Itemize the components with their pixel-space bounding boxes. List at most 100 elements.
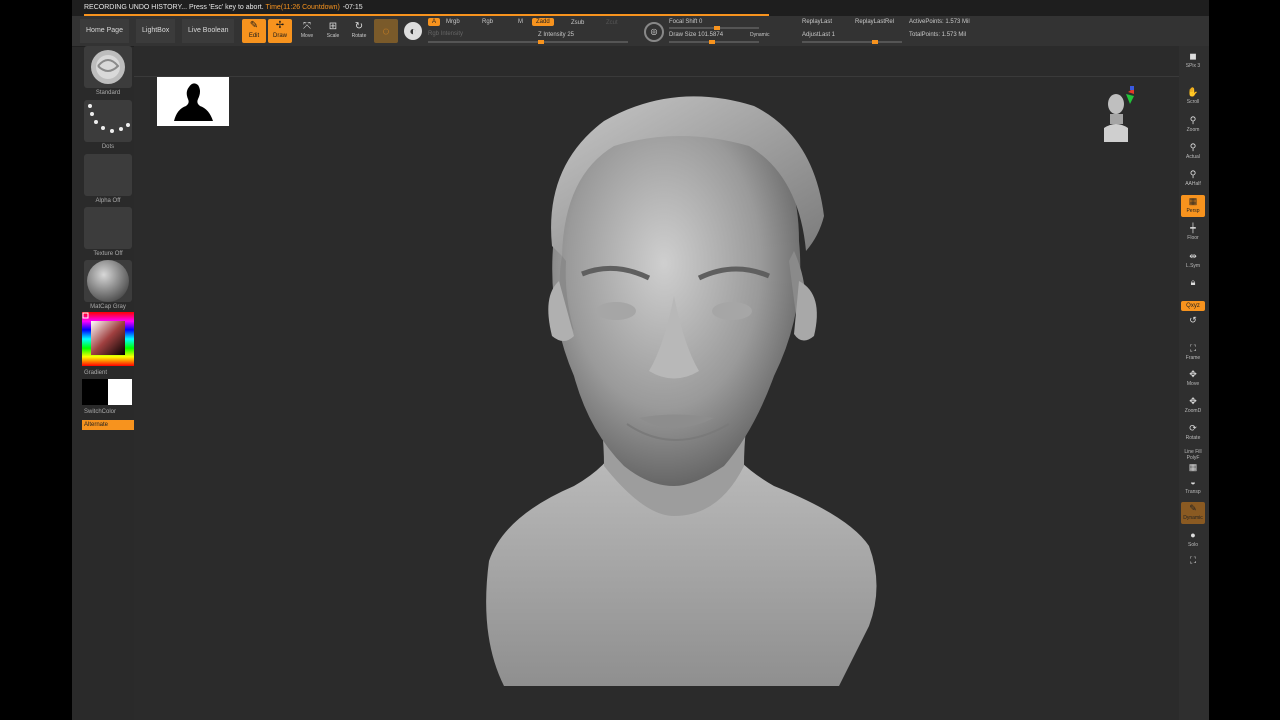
a-channel-button[interactable]: A <box>428 18 441 26</box>
left-shelf: Standard Dots Alpha Off Texture Off MatC… <box>80 46 136 720</box>
spix-icon: ◼ <box>1189 51 1197 61</box>
alternate-button[interactable]: Alternate <box>82 420 134 430</box>
draw-size-slider[interactable] <box>669 40 759 44</box>
standard-brush-icon <box>84 46 132 88</box>
scale-button[interactable]: ⊞ Scale <box>322 20 344 42</box>
color-picker[interactable] <box>82 312 134 366</box>
zoom-view-icon: ✥ <box>1189 396 1197 406</box>
countdown-label: Countdown) <box>302 4 340 11</box>
xpose-button[interactable]: ⛶ <box>1181 554 1205 576</box>
stroke-label: Dots <box>101 144 115 150</box>
brush-dial-icon: ◌ <box>382 24 390 38</box>
brush-selector[interactable]: Standard <box>83 46 133 96</box>
draw-size-label: Draw Size 101.5874 <box>669 32 724 38</box>
dynamic-button[interactable]: Dynamic <box>750 32 769 38</box>
zcut-button[interactable]: Zcut <box>606 20 618 26</box>
rotate-view-button[interactable]: ⟳ Rotate <box>1181 422 1205 444</box>
move-hand-icon: ✥ <box>1189 369 1197 379</box>
brush-label: Standard <box>95 90 121 96</box>
polyframe-button[interactable]: Line Fill PolyF ▦ <box>1181 449 1205 472</box>
symmetry-icon: ⇹ <box>1189 251 1197 261</box>
adjust-last-label: AdjustLast 1 <box>802 32 836 38</box>
edit-button[interactable]: ✎ Edit <box>242 19 266 43</box>
spix-button[interactable]: ◼ SPix 3 <box>1181 50 1205 72</box>
dynamic-icon: ✎ <box>1189 503 1197 513</box>
polyframe-icon: ▦ <box>1188 462 1198 472</box>
rotate-axis-icon[interactable]: ↺ <box>1181 314 1205 336</box>
alpha-selector[interactable]: Alpha Off <box>83 154 133 204</box>
z-intensity-label: Z Intensity 25 <box>538 32 575 38</box>
adjust-last-slider[interactable] <box>802 40 902 44</box>
persp-button[interactable]: ▦ Persp <box>1181 195 1205 217</box>
texture-label: Texture Off <box>93 251 123 257</box>
material-selector[interactable]: MatCap Gray <box>83 260 133 310</box>
tab-lightbox[interactable]: LightBox <box>136 19 176 43</box>
focal-shift-slider[interactable] <box>669 26 759 30</box>
local-symmetry-button[interactable]: ⇹ L.Sym <box>1181 250 1205 272</box>
total-points-readout: TotalPoints: 1.573 Mil <box>909 32 967 38</box>
zbrush-window: RECORDING UNDO HISTORY... Press 'Esc' ke… <box>72 0 1209 720</box>
hand-icon: ✋ <box>1187 87 1199 97</box>
dynamic-button[interactable]: ✎ Dynamic <box>1181 502 1205 524</box>
status-bar: RECORDING UNDO HISTORY... Press 'Esc' ke… <box>72 0 1209 16</box>
active-points-readout: ActivePoints: 1.573 Mil <box>909 19 970 25</box>
canvas-viewport[interactable] <box>134 46 1179 720</box>
dots-stroke-icon <box>84 100 132 142</box>
rgb-button[interactable]: Rgb <box>482 19 493 25</box>
alpha-off-icon <box>84 154 132 196</box>
replay-last-rel-button[interactable]: ReplayLastRel <box>855 19 894 25</box>
replay-last-button[interactable]: ReplayLast <box>802 19 832 25</box>
main-color-swatch[interactable] <box>82 379 108 405</box>
tab-live-boolean[interactable]: Live Boolean <box>182 19 235 43</box>
xpose-icon: ⛶ <box>1189 555 1197 565</box>
floor-button[interactable]: ┿ Floor <box>1181 222 1205 244</box>
switch-color-button[interactable]: SwitchColor <box>84 409 116 415</box>
zadd-button[interactable]: Zadd <box>532 18 554 26</box>
zoom-view-button[interactable]: ✥ ZoomD <box>1181 395 1205 417</box>
alpha-label: Alpha Off <box>95 198 121 204</box>
draw-button[interactable]: ✢ Draw <box>268 19 292 43</box>
m-button[interactable]: M <box>518 19 523 25</box>
edit-icon: ✎ <box>249 20 259 31</box>
sculpt-bust-model[interactable] <box>134 46 1179 720</box>
brush-dial-button[interactable]: ◌ <box>374 19 398 43</box>
transp-button[interactable]: ◒ Transp <box>1181 476 1205 498</box>
solo-icon: ● <box>1190 530 1196 540</box>
zsub-button[interactable]: Zsub <box>571 20 584 26</box>
floor-icon: ┿ <box>1190 223 1196 233</box>
aahalf-button[interactable]: ⚲ AAHalf <box>1181 168 1205 190</box>
mrgb-button[interactable]: Mrgb <box>446 19 460 25</box>
texture-selector[interactable]: Texture Off <box>83 207 133 257</box>
grid-icon: ▦ <box>1188 196 1198 206</box>
frame-button[interactable]: ⛶ Frame <box>1181 342 1205 364</box>
sphere-icon: ◐ <box>409 24 417 38</box>
solo-button[interactable]: ● Solo <box>1181 529 1205 551</box>
scale-icon: ⊞ <box>328 21 338 32</box>
matcap-sphere-icon <box>84 260 132 302</box>
aahalf-icon: ⚲ <box>1189 169 1197 179</box>
move-button[interactable]: ⤧ Move <box>296 20 318 42</box>
countdown-value: -07:15 <box>342 4 363 11</box>
secondary-color-swatch[interactable] <box>108 379 132 405</box>
focal-shift-label: Focal Shift 0 <box>669 19 703 25</box>
color-sphere-button[interactable]: ◐ <box>404 22 422 40</box>
lock-icon[interactable]: 🔒︎ <box>1181 276 1205 288</box>
focal-icon[interactable]: ◎ <box>644 22 664 42</box>
scroll-button[interactable]: ✋ Scroll <box>1181 86 1205 108</box>
rotate-button[interactable]: ↻ Rotate <box>348 20 370 42</box>
orientation-gizmo[interactable] <box>1104 86 1134 142</box>
z-intensity-slider[interactable] <box>428 40 628 44</box>
undo-status-message: RECORDING UNDO HISTORY... Press 'Esc' ke… <box>84 4 264 11</box>
stroke-selector[interactable]: Dots <box>83 100 133 150</box>
rotate-icon: ↻ <box>354 21 364 32</box>
magnifier-icon: ⚲ <box>1189 115 1197 125</box>
material-label: MatCap Gray <box>90 304 126 310</box>
xyz-button[interactable]: Qxyz <box>1181 301 1205 311</box>
zoom-button[interactable]: ⚲ Zoom <box>1181 114 1205 136</box>
right-shelf: ◼ SPix 3 ✋ Scroll ⚲ Zoom ⚲ Actual ⚲ AAHalf ▦ P… <box>1179 46 1209 720</box>
actual-button[interactable]: ⚲ Actual <box>1181 141 1205 163</box>
move-view-button[interactable]: ✥ Move <box>1181 368 1205 390</box>
frame-icon: ⛶ <box>1189 343 1197 353</box>
rgb-intensity-label: Rgb Intensity <box>428 31 464 37</box>
tab-home-page[interactable]: Home Page <box>80 19 129 43</box>
